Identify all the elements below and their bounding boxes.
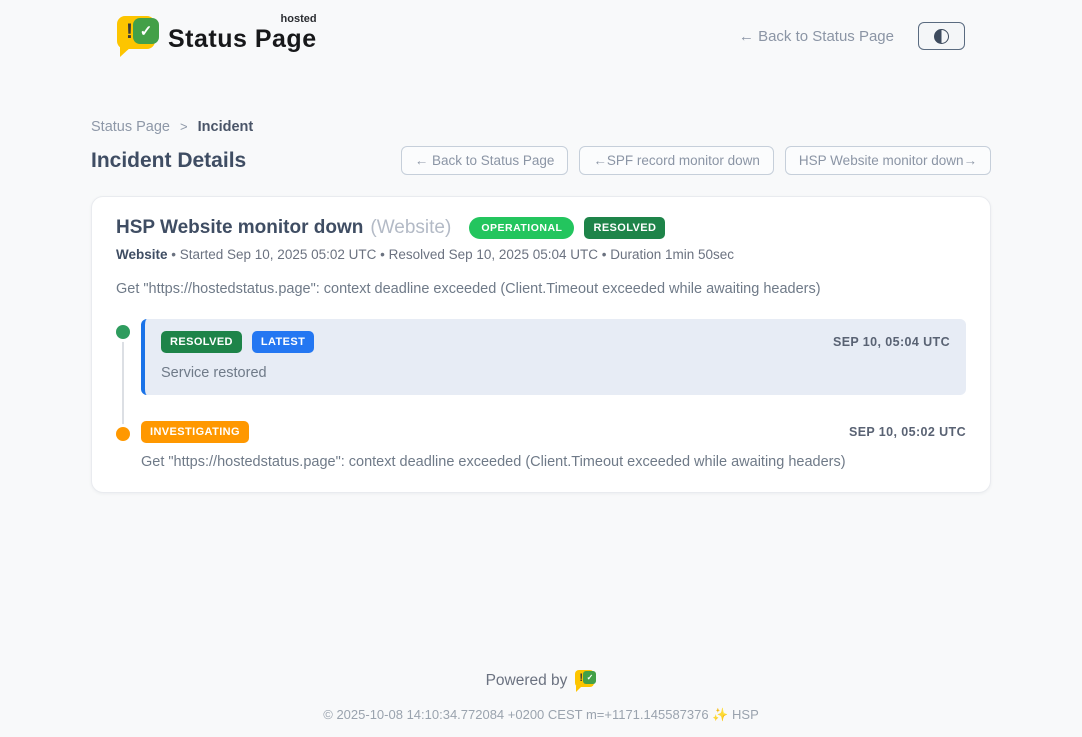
footer: Powered by ! ✓ © 2025-10-08 14:10:34.772… (0, 669, 1082, 723)
logo-superscript: hosted (281, 13, 317, 25)
incident-title: HSP Website monitor down (116, 217, 363, 239)
theme-toggle-button[interactable] (918, 22, 965, 50)
incident-nav-buttons: ← Back to Status Page ←SPF record monito… (401, 146, 991, 175)
timeline-dot-green (116, 325, 130, 339)
back-to-status-page-button[interactable]: ← Back to Status Page (401, 146, 569, 175)
timeline-highlight-box: RESOLVED LATEST SEP 10, 05:04 UTC Servic… (141, 319, 966, 395)
resolved-state-badge: RESOLVED (584, 217, 665, 239)
logo-bubble-tail (120, 46, 132, 57)
timeline-timestamp: SEP 10, 05:02 UTC (849, 425, 966, 439)
powered-by-label: Powered by (486, 672, 568, 690)
logo-brand: Status Page (168, 25, 317, 53)
timeline-entry-resolved: RESOLVED LATEST SEP 10, 05:04 UTC Servic… (116, 319, 966, 395)
incident-component: (Website) (370, 217, 451, 239)
timeline-resolved-badge: RESOLVED (161, 331, 242, 353)
next-incident-button[interactable]: HSP Website monitor down→ (785, 146, 991, 175)
breadcrumb-incident: Incident (198, 119, 254, 135)
status-page-mini-logo-icon[interactable]: ! ✓ (575, 669, 596, 692)
status-page-logo[interactable]: ! ✓ hosted Status Page (117, 13, 317, 59)
breadcrumb-separator: > (180, 119, 188, 134)
header-back-to-status-page-link[interactable]: ← Back to Status Page (739, 28, 894, 45)
checkmark-icon: ✓ (583, 671, 596, 684)
page-title: Incident Details (91, 149, 246, 173)
timeline-latest-badge: LATEST (252, 331, 314, 353)
status-page-logo-icon: ! ✓ (117, 13, 159, 59)
header: ! ✓ hosted Status Page ← Back to Status … (0, 0, 1082, 59)
timeline-investigating-badge: INVESTIGATING (141, 421, 249, 443)
breadcrumb: Status Page > Incident (91, 119, 991, 135)
operational-status-badge: OPERATIONAL (469, 217, 574, 239)
timeline-entry-investigating: INVESTIGATING SEP 10, 05:02 UTC Get "htt… (116, 421, 966, 470)
checkmark-icon: ✓ (133, 18, 159, 44)
incident-meta-times: • Started Sep 10, 2025 05:02 UTC • Resol… (168, 247, 735, 262)
prev-incident-button[interactable]: ←SPF record monitor down (579, 146, 774, 175)
logo-bubble-tail (576, 686, 582, 692)
incident-meta: Website • Started Sep 10, 2025 05:02 UTC… (116, 247, 966, 262)
breadcrumb-status-page[interactable]: Status Page (91, 119, 170, 135)
logo-text: hosted Status Page (168, 13, 317, 54)
incident-timeline: RESOLVED LATEST SEP 10, 05:04 UTC Servic… (116, 319, 966, 470)
timeline-dot-orange (116, 427, 130, 441)
copyright-line: © 2025-10-08 14:10:34.772084 +0200 CEST … (0, 707, 1082, 723)
timeline-message: Service restored (161, 365, 950, 381)
contrast-icon (934, 29, 949, 44)
powered-by: Powered by ! ✓ (486, 669, 597, 692)
timeline-message: Get "https://hostedstatus.page": context… (141, 454, 966, 470)
timeline-timestamp: SEP 10, 05:04 UTC (833, 335, 950, 349)
incident-description: Get "https://hostedstatus.page": context… (116, 281, 966, 297)
exclamation-icon: ! (126, 20, 133, 44)
main-content: Status Page > Incident Incident Details … (91, 119, 991, 493)
incident-meta-component: Website (116, 247, 168, 262)
incident-card: HSP Website monitor down (Website) OPERA… (91, 196, 991, 493)
